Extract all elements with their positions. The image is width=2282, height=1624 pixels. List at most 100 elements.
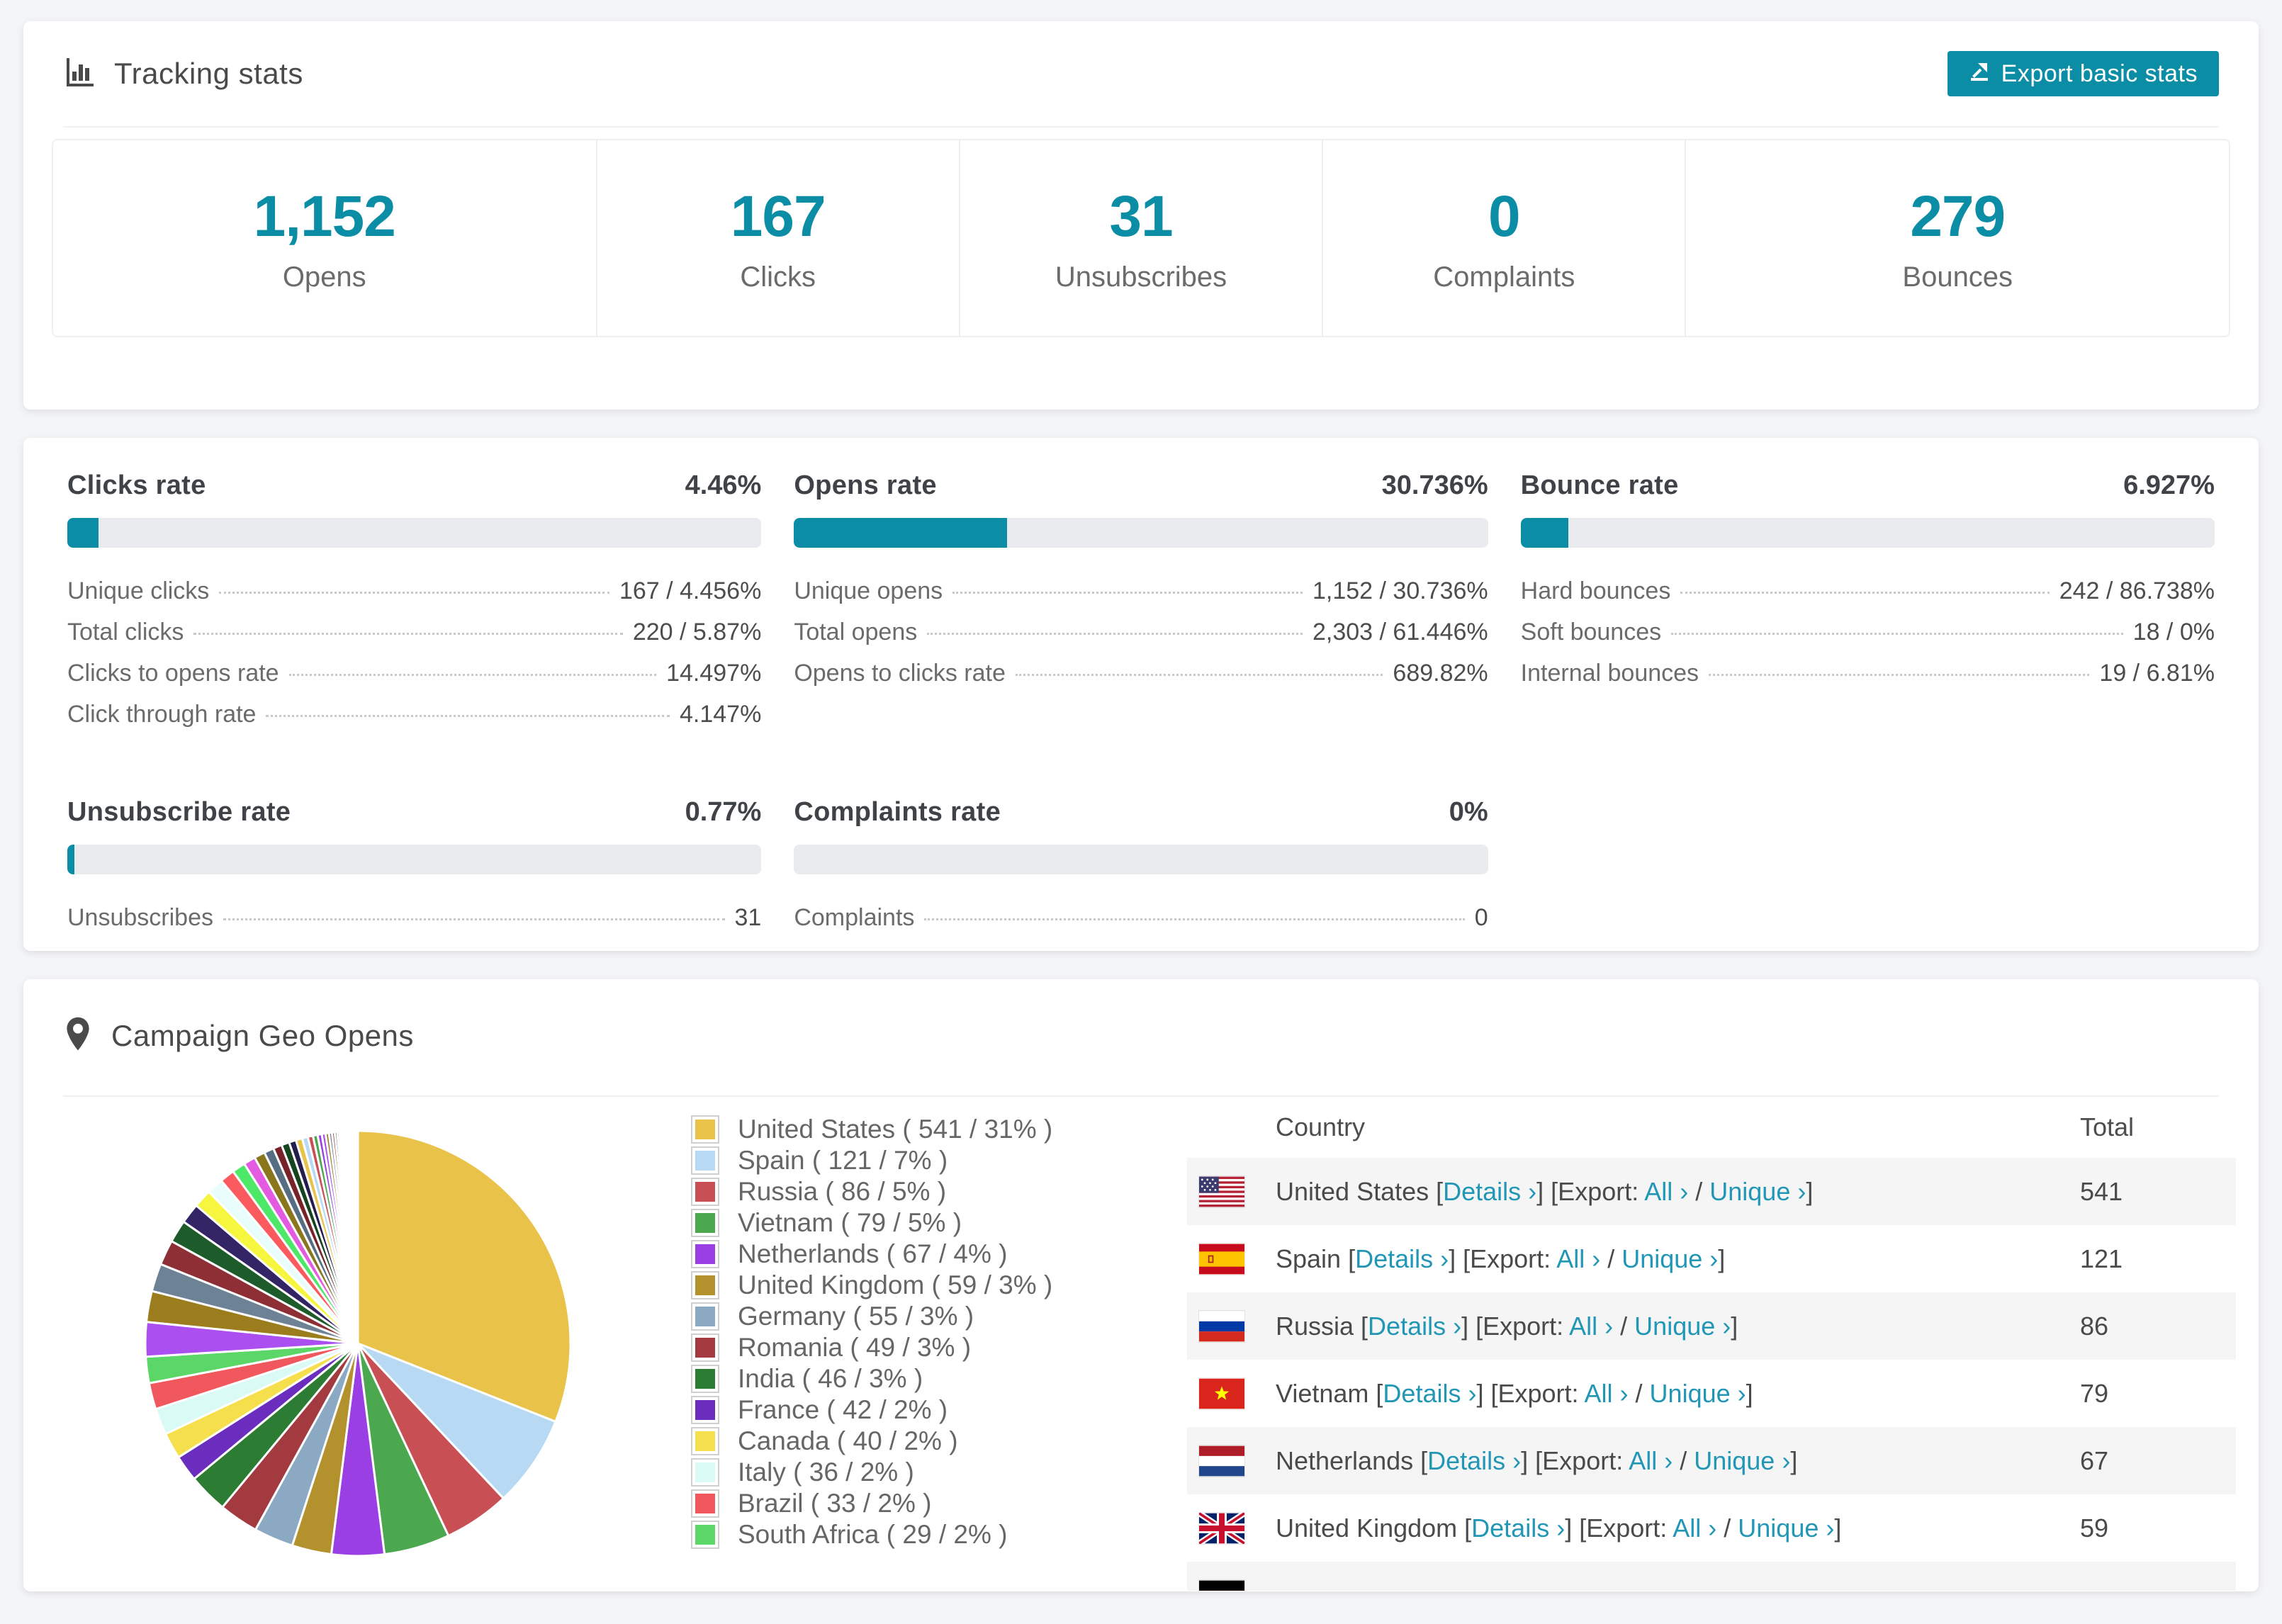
rate-stat-label: Unique opens bbox=[794, 577, 943, 604]
legend-label: United Kingdom ( 59 / 3% ) bbox=[738, 1270, 1053, 1299]
geo-table-row: Spain [Details ›] [Export: All › / Uniqu… bbox=[1187, 1225, 2236, 1292]
details-link[interactable]: Details › bbox=[1355, 1244, 1449, 1273]
rate-stat-label: Total opens bbox=[794, 619, 918, 645]
geo-section-title: Campaign Geo Opens bbox=[111, 1019, 414, 1052]
geo-table-row: United States [Details ›] [Export: All ›… bbox=[1187, 1158, 2236, 1225]
rate-stat-row: Complaints 0 bbox=[794, 904, 1488, 945]
legend-color-chip bbox=[691, 1333, 719, 1362]
summary-box: 1,152 Opens bbox=[53, 140, 596, 336]
export-unique-link[interactable]: Unique › bbox=[1738, 1513, 1834, 1543]
legend-color-chip bbox=[691, 1115, 719, 1144]
legend-item: Netherlands ( 67 / 4% ) bbox=[691, 1239, 1187, 1270]
rate-stat-value: 0 bbox=[1474, 904, 1488, 931]
country-line: Netherlands [Details ›] [Export: All › /… bbox=[1276, 1445, 1798, 1475]
rate-stat-label: Clicks to opens rate bbox=[67, 660, 279, 687]
export-unique-link[interactable]: Unique › bbox=[1621, 1244, 1718, 1273]
country-line: Vietnam [Details ›] [Export: All › / Uni… bbox=[1276, 1378, 1753, 1408]
geo-table: Country Total United States [Details ›] … bbox=[1187, 1097, 2236, 1591]
rate-stat-row: Opens to clicks rate 689.82% bbox=[794, 660, 1488, 701]
legend-color-chip bbox=[691, 1302, 719, 1331]
page-title: Tracking stats bbox=[114, 57, 303, 90]
rates-card: Clicks rate 4.46% Unique clicks 167 / 4.… bbox=[23, 438, 2259, 951]
summary-box: 31 Unsubscribes bbox=[958, 140, 1322, 336]
rate-value: 0% bbox=[1449, 797, 1488, 827]
summary-value: 279 bbox=[1910, 184, 2006, 249]
rate-progress-bar bbox=[67, 518, 762, 548]
details-link[interactable]: Details › bbox=[1471, 1513, 1565, 1543]
legend-label: United States ( 541 / 31% ) bbox=[738, 1115, 1053, 1144]
summary-value: 1,152 bbox=[253, 184, 396, 249]
dotted-leader bbox=[1680, 592, 2050, 594]
dotted-leader bbox=[223, 918, 725, 920]
rate-stat-row: Click through rate 4.147% bbox=[67, 701, 761, 742]
legend-item: France ( 42 / 2% ) bbox=[691, 1394, 1187, 1426]
legend-label: Brazil ( 33 / 2% ) bbox=[738, 1489, 932, 1518]
export-all-link[interactable]: All › bbox=[1673, 1513, 1716, 1543]
export-all-link[interactable]: All › bbox=[1585, 1379, 1629, 1408]
export-all-link[interactable]: All › bbox=[1569, 1312, 1613, 1341]
rate-stat-value: 31 bbox=[734, 904, 762, 931]
geo-legend: United States ( 541 / 31% ) Spain ( 121 … bbox=[691, 1097, 1187, 1550]
geo-table-row: Netherlands [Details ›] [Export: All › /… bbox=[1187, 1427, 2236, 1494]
country-flag-icon bbox=[1199, 1378, 1244, 1409]
legend-label: Germany ( 55 / 3% ) bbox=[738, 1302, 974, 1331]
summary-label: Bounces bbox=[1902, 261, 2013, 293]
export-unique-link[interactable]: Unique › bbox=[1709, 1177, 1806, 1206]
details-link[interactable]: Details › bbox=[1427, 1446, 1521, 1475]
export-unique-link[interactable]: Unique › bbox=[1694, 1446, 1790, 1475]
rate-panel: Clicks rate 4.46% Unique clicks 167 / 4.… bbox=[67, 470, 762, 742]
rate-progress-bar bbox=[794, 845, 1488, 874]
geo-table-row: United Kingdom [Details ›] [Export: All … bbox=[1187, 1494, 2236, 1562]
geo-table-row: Russia [Details ›] [Export: All › / Uniq… bbox=[1187, 1292, 2236, 1360]
country-total: 67 bbox=[2080, 1445, 2109, 1475]
legend-item: Russia ( 86 / 5% ) bbox=[691, 1176, 1187, 1207]
total-column-header: Total bbox=[2080, 1112, 2135, 1141]
rate-stat-row: Unique opens 1,152 / 30.736% bbox=[794, 577, 1488, 619]
rate-progress-bar bbox=[1520, 518, 2215, 548]
export-all-link[interactable]: All › bbox=[1556, 1244, 1600, 1273]
rate-progress-fill bbox=[67, 845, 74, 874]
rate-stat-label: Soft bounces bbox=[1520, 619, 1662, 645]
legend-color-chip bbox=[691, 1458, 719, 1487]
legend-item: Spain ( 121 / 7% ) bbox=[691, 1145, 1187, 1176]
campaign-geo-opens-card: Campaign Geo Opens United States ( 541 /… bbox=[23, 979, 2259, 1591]
details-link[interactable]: Details › bbox=[1383, 1379, 1476, 1408]
legend-label: Italy ( 36 / 2% ) bbox=[738, 1457, 914, 1487]
summary-box: 0 Complaints bbox=[1322, 140, 1685, 336]
rates-row-bottom: Unsubscribe rate 0.77% Unsubscribes 31 C… bbox=[67, 797, 2215, 945]
details-link[interactable]: Details › bbox=[1368, 1312, 1461, 1341]
export-basic-stats-button[interactable]: Export basic stats bbox=[1947, 51, 2219, 96]
rate-panel: Complaints rate 0% Complaints 0 bbox=[794, 797, 1488, 945]
export-all-link[interactable]: All › bbox=[1644, 1177, 1688, 1206]
legend-item: India ( 46 / 3% ) bbox=[691, 1363, 1187, 1394]
dotted-leader bbox=[1671, 633, 2123, 635]
rate-progress-fill bbox=[794, 518, 1008, 548]
rate-stat-label: Internal bounces bbox=[1520, 660, 1699, 687]
dotted-leader bbox=[924, 918, 1465, 920]
rate-panel: Unsubscribe rate 0.77% Unsubscribes 31 bbox=[67, 797, 762, 945]
legend-item: United States ( 541 / 31% ) bbox=[691, 1114, 1187, 1145]
export-unique-link[interactable]: Unique › bbox=[1650, 1379, 1746, 1408]
legend-item: United Kingdom ( 59 / 3% ) bbox=[691, 1270, 1187, 1301]
country-total: 86 bbox=[2080, 1311, 2109, 1341]
map-pin-icon bbox=[63, 1016, 93, 1056]
rates-row-top: Clicks rate 4.46% Unique clicks 167 / 4.… bbox=[67, 470, 2215, 742]
rate-title: Opens rate bbox=[794, 470, 937, 500]
export-icon bbox=[1969, 60, 1990, 88]
rate-title: Unsubscribe rate bbox=[67, 797, 291, 827]
dotted-leader bbox=[219, 592, 609, 594]
country-line: United Kingdom [Details ›] [Export: All … bbox=[1276, 1513, 1842, 1543]
export-all-link[interactable]: All › bbox=[1629, 1446, 1673, 1475]
rate-progress-fill bbox=[1520, 518, 1569, 548]
rate-stat-label: Unique clicks bbox=[67, 577, 210, 604]
country-flag-icon bbox=[1199, 1176, 1244, 1207]
details-link[interactable]: Details › bbox=[1443, 1177, 1536, 1206]
dotted-leader bbox=[927, 633, 1303, 635]
summary-value: 31 bbox=[1109, 184, 1173, 249]
dotted-leader bbox=[266, 715, 670, 717]
legend-item: Germany ( 55 / 3% ) bbox=[691, 1301, 1187, 1332]
rate-panel: Opens rate 30.736% Unique opens 1,152 / … bbox=[794, 470, 1488, 742]
export-unique-link[interactable]: Unique › bbox=[1634, 1312, 1731, 1341]
legend-item: Romania ( 49 / 3% ) bbox=[691, 1332, 1187, 1363]
rate-stat-label: Unsubscribes bbox=[67, 904, 213, 931]
